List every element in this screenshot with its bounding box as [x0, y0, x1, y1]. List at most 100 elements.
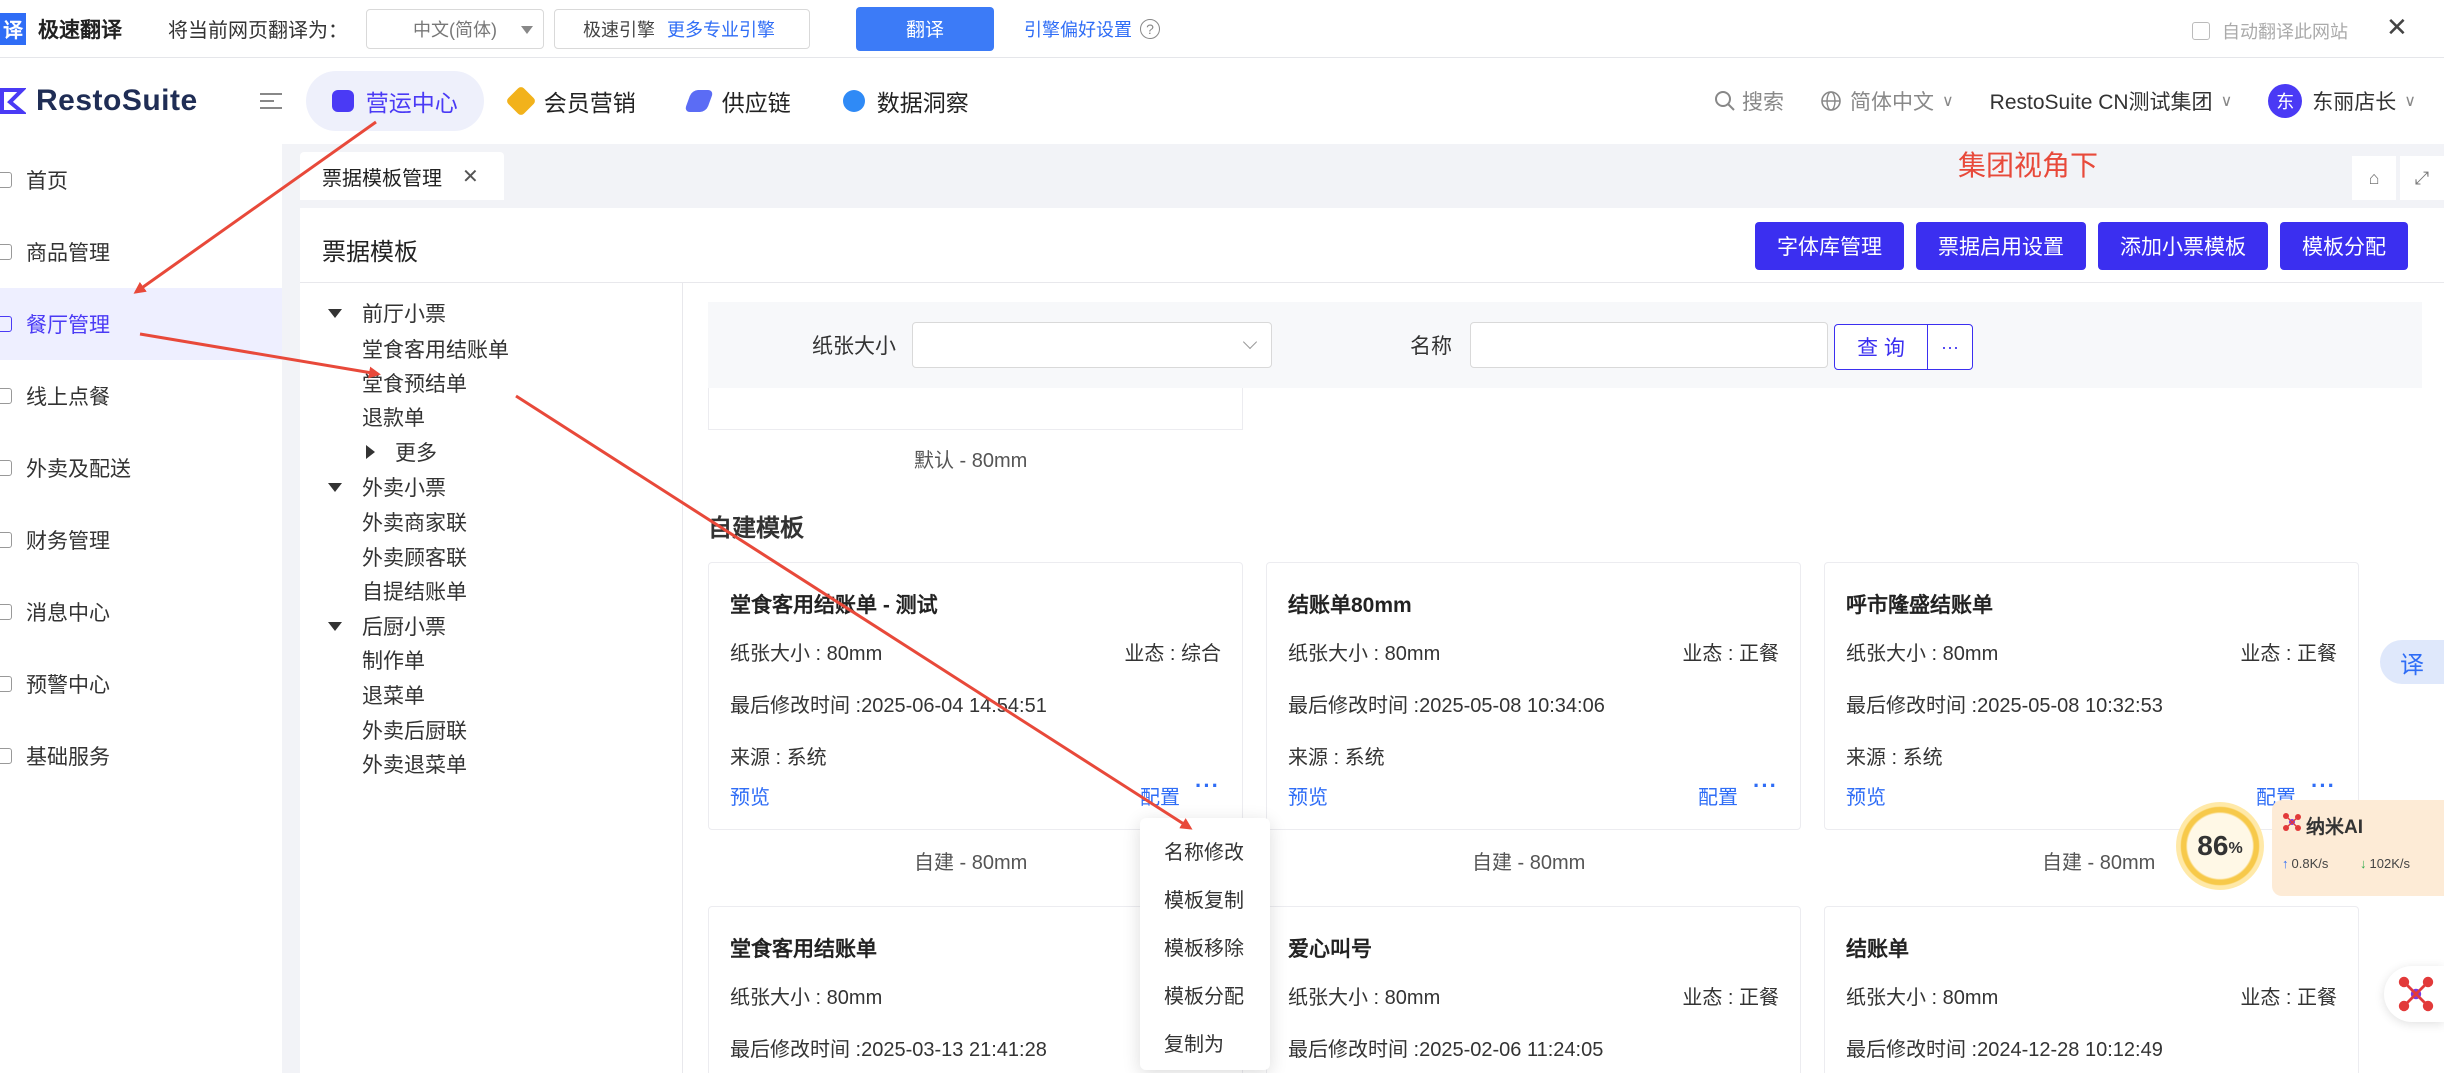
- card-paper-size: 纸张大小 : 80mm: [1288, 987, 1441, 1009]
- sidebar-item-restaurant[interactable]: 餐厅管理: [0, 288, 282, 360]
- search-button[interactable]: 搜索: [1714, 86, 1784, 116]
- card-paper-size: 纸张大小 : 80mm: [730, 987, 883, 1009]
- target-language-select[interactable]: 中文(简体): [366, 8, 544, 49]
- tree-item[interactable]: 自提结账单: [362, 576, 467, 606]
- card-modified-time: 最后修改时间 :2025-05-08 10:32:53: [1846, 695, 2163, 717]
- preview-link[interactable]: 预览: [1846, 781, 1886, 810]
- nav-tab-supply-chain[interactable]: 供应链: [662, 71, 817, 131]
- tree-group-kitchen[interactable]: 后厨小票: [328, 611, 446, 641]
- template-card[interactable]: 呼市隆盛结账单 纸张大小 : 80mm 业态 : 正餐 最后修改时间 :2025…: [1824, 562, 2359, 830]
- font-library-button[interactable]: 字体库管理: [1755, 222, 1904, 270]
- tree-group-delivery[interactable]: 外卖小票: [328, 472, 446, 502]
- add-receipt-template-button[interactable]: 添加小票模板: [2098, 222, 2268, 270]
- card-modified-time: 最后修改时间 :2024-12-28 10:12:49: [1846, 1039, 2163, 1061]
- sidebar-item-alerts[interactable]: 预警中心: [0, 648, 282, 720]
- receipt-enable-settings-button[interactable]: 票据启用设置: [1916, 222, 2086, 270]
- tree-item-more[interactable]: 更多: [366, 437, 437, 467]
- tree-group-label: 外卖小票: [362, 477, 446, 500]
- brand-name: RestoSuite: [36, 84, 198, 117]
- caret-down-icon: [328, 482, 342, 492]
- nano-ai-float-button[interactable]: [2384, 966, 2444, 1022]
- template-card[interactable]: 堂食客用结账单 - 测试 纸张大小 : 80mm 业态 : 综合 最后修改时间 …: [708, 562, 1243, 830]
- card-title: 结账单80mm: [1288, 594, 1412, 617]
- sidebar-item-products[interactable]: 商品管理: [0, 216, 282, 288]
- more-options-icon[interactable]: ···: [1753, 773, 1778, 799]
- menu-item-rename[interactable]: 名称修改: [1140, 826, 1270, 874]
- page-tab-bar: 票据模板管理 ✕ 集团视角下 ⌂ ⤢: [300, 150, 2444, 208]
- card-title: 呼市隆盛结账单: [1846, 594, 1993, 617]
- menu-item-remove-template[interactable]: 模板移除: [1140, 922, 1270, 970]
- tree-item[interactable]: 退款单: [362, 402, 425, 432]
- store-icon[interactable]: ⌂: [2352, 156, 2396, 200]
- nav-tab-marketing[interactable]: 会员营销: [484, 71, 662, 131]
- help-icon[interactable]: ?: [1140, 18, 1160, 39]
- preview-link[interactable]: 预览: [730, 781, 770, 810]
- tree-item[interactable]: 外卖退菜单: [362, 749, 467, 779]
- language-switcher[interactable]: 简体中文 ∨: [1820, 86, 1954, 116]
- tree-group-front[interactable]: 前厅小票: [328, 298, 446, 328]
- nav-tab-data-insight[interactable]: 数据洞察: [817, 71, 995, 131]
- translate-app-name: 极速翻译: [38, 18, 122, 42]
- tree-item-label: 更多: [395, 442, 437, 465]
- template-more-menu: 名称修改 模板复制 模板移除 模板分配 复制为: [1140, 818, 1270, 1070]
- sidebar-item-online-order[interactable]: 线上点餐: [0, 360, 282, 432]
- caret-right-icon: [366, 445, 375, 459]
- nano-ai-widget[interactable]: 86% 纳米AI ↑ 0.8K/s ↓ 102K/s: [2176, 800, 2444, 896]
- tab-receipt-template-management[interactable]: 票据模板管理 ✕: [300, 152, 504, 200]
- user-menu[interactable]: 东 东丽店长 ∨: [2268, 84, 2416, 118]
- paper-size-select[interactable]: [912, 322, 1272, 368]
- tree-group-label: 后厨小票: [362, 616, 446, 639]
- name-input[interactable]: [1470, 322, 1828, 368]
- menu-item-copy-as[interactable]: 复制为: [1140, 1018, 1270, 1066]
- performance-percent: 86: [2197, 830, 2229, 861]
- card-business-type: 业态 : 正餐: [2240, 987, 2337, 1009]
- floating-translate-button[interactable]: 译: [2380, 640, 2444, 684]
- config-link[interactable]: 配置: [1698, 781, 1738, 810]
- sidebar-item-finance[interactable]: 财务管理: [0, 504, 282, 576]
- template-card[interactable]: 爱心叫号 纸张大小 : 80mm 业态 : 正餐 最后修改时间 :2025-02…: [1266, 906, 1801, 1073]
- template-card[interactable]: 结账单80mm 纸张大小 : 80mm 业态 : 正餐 最后修改时间 :2025…: [1266, 562, 1801, 830]
- card-source: 来源 : 系统: [730, 747, 827, 769]
- grid-icon: [0, 748, 12, 764]
- engine-preference-link[interactable]: 引擎偏好设置?: [1024, 16, 1160, 42]
- arrow-down-icon: ↓: [2360, 856, 2367, 871]
- tree-item[interactable]: 堂食预结单: [362, 368, 467, 398]
- sidebar-collapse-icon[interactable]: [259, 92, 282, 110]
- default-template-card[interactable]: [708, 388, 1243, 430]
- menu-item-copy-template[interactable]: 模板复制: [1140, 874, 1270, 922]
- chevron-down-icon: ∨: [2220, 93, 2233, 110]
- menu-item-assign-template[interactable]: 模板分配: [1140, 970, 1270, 1018]
- filter-bar: 纸张大小 名称 查 询 ···: [708, 302, 2422, 388]
- engine-selector[interactable]: 极速引擎 更多专业引擎: [554, 8, 810, 49]
- tree-item[interactable]: 外卖商家联: [362, 507, 467, 537]
- auto-translate-option[interactable]: 自动翻译此网站: [2192, 18, 2348, 44]
- nav-tab-operations[interactable]: 营运中心: [305, 71, 484, 131]
- close-icon[interactable]: ✕: [462, 164, 479, 189]
- more-options-icon[interactable]: ···: [2311, 773, 2336, 799]
- translate-button[interactable]: 翻译: [856, 6, 994, 51]
- tree-item[interactable]: 外卖后厨联: [362, 715, 467, 745]
- template-assign-button[interactable]: 模板分配: [2280, 222, 2408, 270]
- close-translate-bar-icon[interactable]: ✕: [2386, 12, 2408, 43]
- auto-translate-label: 自动翻译此网站: [2222, 22, 2348, 42]
- more-engines-link[interactable]: 更多专业引擎: [667, 16, 775, 42]
- config-link[interactable]: 配置: [1140, 781, 1180, 810]
- sidebar-item-basic-services[interactable]: 基础服务: [0, 720, 282, 792]
- sidebar-item-messages[interactable]: 消息中心: [0, 576, 282, 648]
- auto-translate-checkbox[interactable]: [2192, 22, 2210, 40]
- brand-logo[interactable]: RestoSuite: [0, 84, 198, 118]
- query-button[interactable]: 查 询: [1834, 324, 1928, 370]
- template-card[interactable]: 结账单 纸张大小 : 80mm 业态 : 正餐 最后修改时间 :2024-12-…: [1824, 906, 2359, 1073]
- tree-item[interactable]: 外卖顾客联: [362, 542, 467, 572]
- fullscreen-icon[interactable]: ⤢: [2400, 156, 2444, 200]
- more-options-icon[interactable]: ···: [1195, 773, 1220, 799]
- sidebar-item-home[interactable]: 首页: [0, 144, 282, 216]
- translate-hint: 将当前网页翻译为：: [168, 20, 348, 42]
- tree-item[interactable]: 退菜单: [362, 680, 425, 710]
- sidebar-item-delivery[interactable]: 外卖及配送: [0, 432, 282, 504]
- tree-item[interactable]: 制作单: [362, 645, 425, 675]
- group-switcher[interactable]: RestoSuite CN测试集团 ∨: [1990, 86, 2233, 116]
- preview-link[interactable]: 预览: [1288, 781, 1328, 810]
- more-filters-button[interactable]: ···: [1927, 324, 1973, 370]
- tree-item[interactable]: 堂食客用结账单: [362, 334, 509, 364]
